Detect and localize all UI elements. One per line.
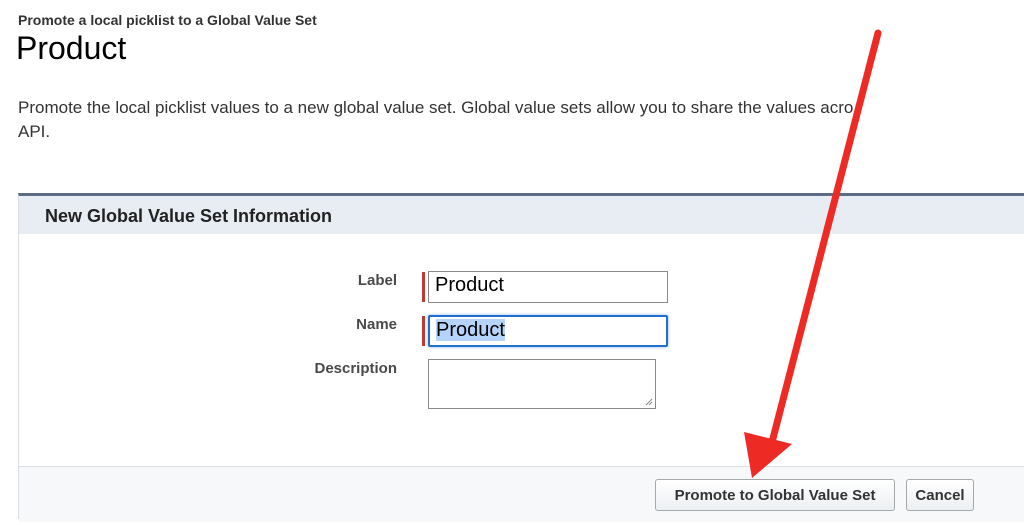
name-input[interactable]: Product bbox=[428, 315, 668, 347]
breadcrumb: Promote a local picklist to a Global Val… bbox=[18, 12, 317, 28]
name-input-value: Product bbox=[436, 319, 505, 341]
resize-grip-icon[interactable] bbox=[645, 398, 653, 406]
intro-text-line1: Promote the local picklist values to a n… bbox=[18, 98, 854, 117]
name-field-label: Name bbox=[356, 316, 397, 333]
promote-button[interactable]: Promote to Global Value Set bbox=[655, 479, 895, 511]
cancel-button[interactable]: Cancel bbox=[906, 479, 974, 511]
global-value-set-panel: New Global Value Set Information Label P… bbox=[18, 193, 1024, 522]
panel-footer: Promote to Global Value Set Cancel bbox=[19, 466, 1024, 522]
description-textarea[interactable] bbox=[428, 359, 656, 409]
intro-text-line2: API. bbox=[18, 122, 51, 141]
label-field-label: Label bbox=[357, 272, 397, 289]
page: Promote a local picklist to a Global Val… bbox=[0, 0, 1024, 525]
panel-header-title: New Global Value Set Information bbox=[45, 206, 333, 226]
page-title: Product bbox=[16, 30, 127, 66]
description-field-label: Description bbox=[314, 360, 397, 377]
label-input[interactable]: Product bbox=[428, 271, 668, 303]
label-input-value: Product bbox=[435, 274, 504, 296]
label-required-marker bbox=[422, 272, 425, 302]
panel-header: New Global Value Set Information bbox=[19, 196, 1024, 234]
name-required-marker bbox=[422, 316, 425, 346]
intro-text: Promote the local picklist values to a n… bbox=[18, 96, 1024, 144]
